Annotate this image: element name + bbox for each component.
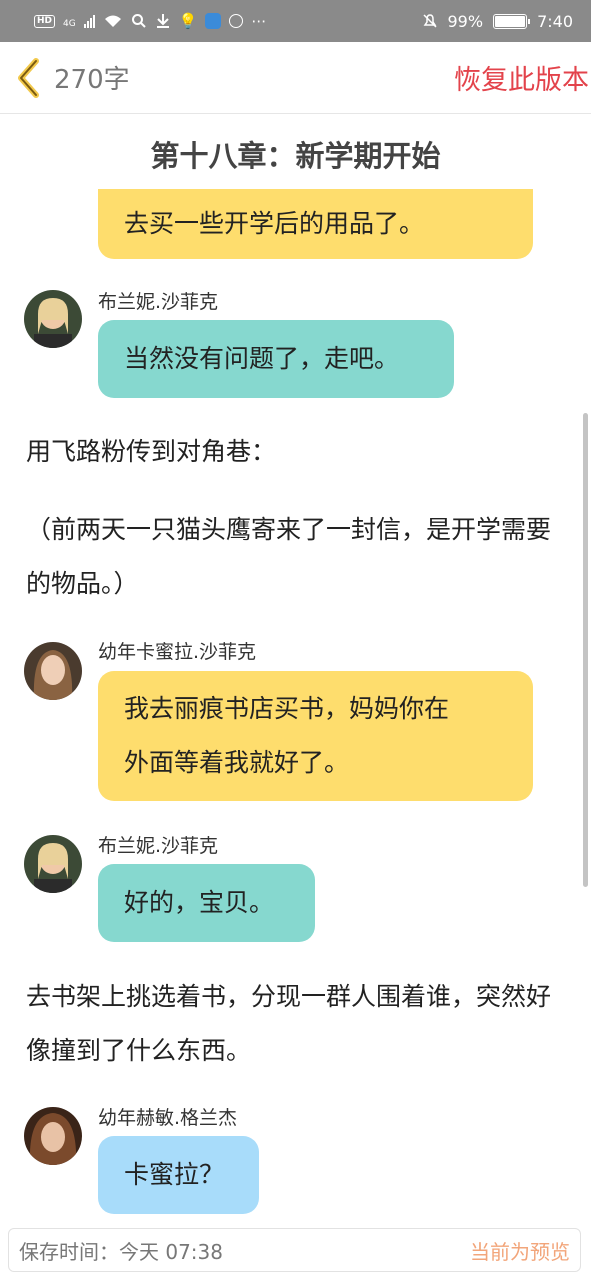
circle-notification-icon [229,14,244,28]
chapter-title: 第十八章：新学期开始 [150,139,441,173]
status-left: HD 4G 💡 ⋯ [34,13,266,29]
avatar-hermione [24,1107,82,1165]
bottom-bar: 保存时间：今天 07:38 当前为预览 [8,1228,581,1272]
speaker-name: 布兰妮.沙菲克 [98,835,219,857]
message-text: 当然没有问题了，走吧。 [124,344,400,373]
hd-badge: HD [34,14,56,28]
speaker-name: 布兰妮.沙菲克 [98,291,219,313]
message-text-line: 外面等着我就好了。 [124,748,350,777]
chapter-content[interactable]: 第十八章：新学期开始 去买一些开学后的用品了。 布兰妮.沙菲克 当然没有问题了，… [0,115,591,1225]
battery-icon [493,13,531,29]
narration-text: 去书架上挑选着书，分现一群人围着谁，突然好像撞到了什么东西。 [26,982,552,1065]
scrollbar[interactable] [583,413,588,887]
message-text: 卡蜜拉？ [124,1160,225,1189]
mute-bell-icon [422,14,437,28]
download-icon [156,14,169,28]
back-chevron-icon[interactable] [14,56,46,100]
message-bubble: 卡蜜拉？ [98,1136,259,1214]
signal-icon [83,14,95,28]
message-text-line: 我去丽痕书店买书，妈妈你在 [124,694,450,723]
message-bubble: 当然没有问题了，走吧。 [98,320,454,398]
status-right: 99% 7:40 [422,11,573,31]
battery-percent: 99% [447,11,484,31]
restore-version-button[interactable]: 恢复此版本 [454,58,591,97]
status-bar: HD 4G 💡 ⋯ 99% 7:40 [0,0,591,42]
message-bubble: 好的，宝贝。 [98,864,315,942]
app-notification-icon [205,13,222,29]
preview-status: 当前为预览 [470,1239,570,1264]
message-bubble-partial: 去买一些开学后的用品了。 [98,189,533,259]
narration-text: 用飞路粉传到对角巷： [26,437,277,466]
network-type: 4G [63,19,76,29]
word-count: 270字 [54,65,130,95]
avatar-brittany [24,290,82,348]
message-text: 好的，宝贝。 [124,888,275,917]
avatar-camilla [24,642,82,700]
message-bubble: 我去丽痕书店买书，妈妈你在 外面等着我就好了。 [98,671,533,801]
avatar-brittany [24,835,82,893]
message-text: 去买一些开学后的用品了。 [124,209,425,238]
wifi-icon [104,15,121,27]
search-icon [131,14,146,28]
narration-text: （前两天一只猫头鹰寄来了一封信，是开学需要的物品。） [26,515,552,598]
bulb-icon: 💡 [178,11,198,30]
clock: 7:40 [537,11,573,31]
header: 270字 恢复此版本 [0,42,591,114]
more-icon: ⋯ [251,11,267,30]
speaker-name: 幼年卡蜜拉.沙菲克 [98,641,257,663]
save-time: 保存时间：今天 07:38 [19,1239,223,1264]
speaker-name: 幼年赫敏.格兰杰 [98,1107,238,1129]
